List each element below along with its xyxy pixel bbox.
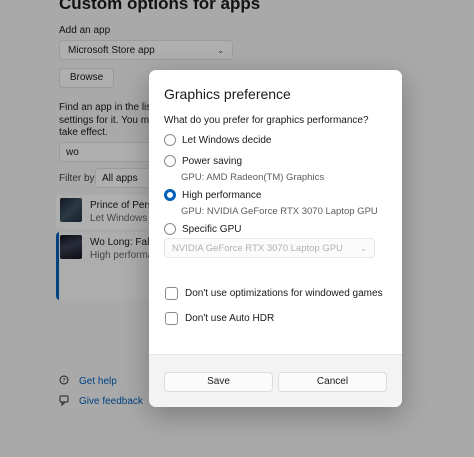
- cancel-button[interactable]: Cancel: [278, 372, 387, 392]
- checkbox-auto-hdr[interactable]: Don't use Auto HDR: [165, 312, 274, 325]
- option-let-windows-decide[interactable]: Let Windows decide: [164, 134, 272, 146]
- power-saving-gpu: GPU: AMD Radeon(TM) Graphics: [181, 172, 325, 183]
- save-button[interactable]: Save: [164, 372, 273, 392]
- dialog-footer: Save Cancel: [149, 354, 402, 407]
- specific-gpu-value: NVIDIA GeForce RTX 3070 Laptop GPU: [172, 242, 343, 254]
- option-high-performance[interactable]: High performance: [164, 189, 261, 201]
- radio-button[interactable]: [164, 134, 176, 146]
- radio-button[interactable]: [164, 223, 176, 235]
- checkbox-windowed-optimizations[interactable]: Don't use optimizations for windowed gam…: [165, 287, 383, 300]
- option-label: Specific GPU: [182, 223, 242, 235]
- checkbox[interactable]: [165, 312, 178, 325]
- radio-button-selected[interactable]: [164, 189, 176, 201]
- checkbox-label: Don't use Auto HDR: [185, 313, 275, 324]
- chevron-down-icon: ⌄: [360, 243, 367, 253]
- dialog-question: What do you prefer for graphics performa…: [164, 115, 369, 126]
- dialog-title: Graphics preference: [164, 86, 291, 102]
- option-specific-gpu[interactable]: Specific GPU: [164, 223, 241, 235]
- graphics-preference-dialog: Graphics preference What do you prefer f…: [149, 70, 402, 407]
- option-label: Let Windows decide: [182, 134, 272, 146]
- checkbox-label: Don't use optimizations for windowed gam…: [185, 288, 383, 299]
- option-label: High performance: [182, 189, 262, 201]
- high-performance-gpu: GPU: NVIDIA GeForce RTX 3070 Laptop GPU: [181, 206, 378, 217]
- option-label: Power saving: [182, 155, 243, 167]
- option-power-saving[interactable]: Power saving: [164, 155, 242, 167]
- radio-button[interactable]: [164, 155, 176, 167]
- checkbox[interactable]: [165, 287, 178, 300]
- specific-gpu-dropdown[interactable]: NVIDIA GeForce RTX 3070 Laptop GPU ⌄: [164, 238, 375, 258]
